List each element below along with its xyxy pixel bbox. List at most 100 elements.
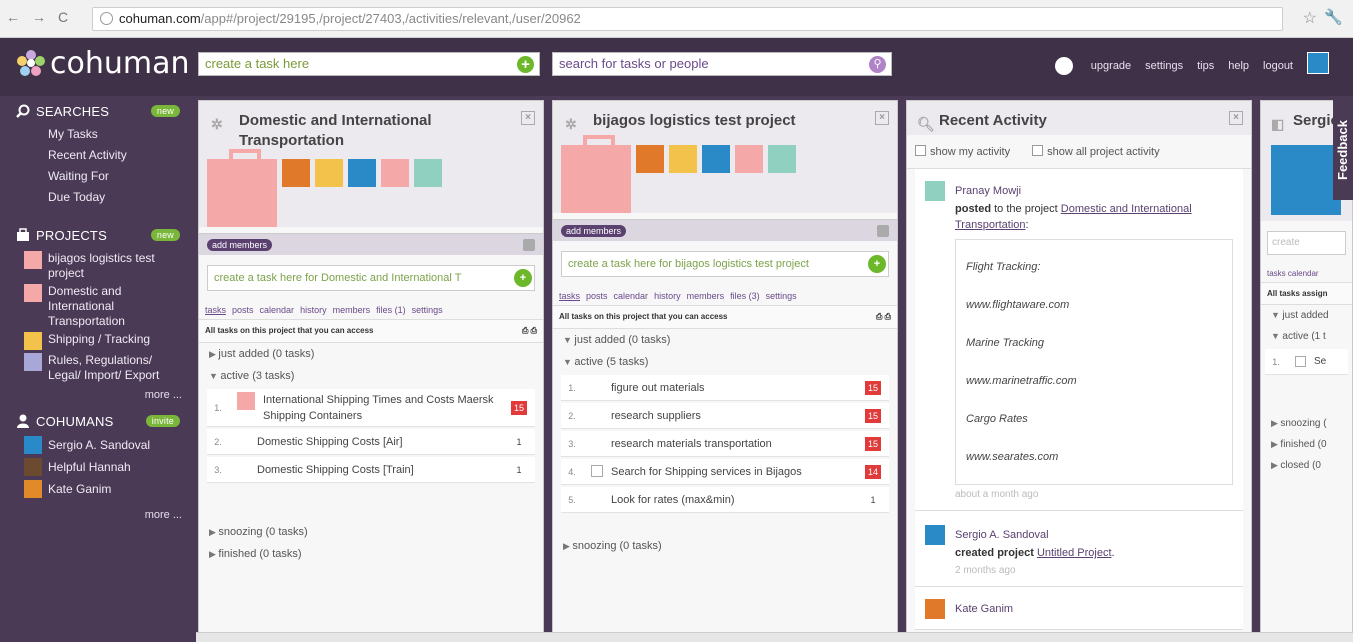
- new-search-badge[interactable]: new: [150, 105, 180, 117]
- tab-tasks[interactable]: tasks: [559, 291, 580, 301]
- avatar[interactable]: [768, 145, 796, 173]
- export-print-icons[interactable]: ⎙ ⎙: [522, 326, 537, 336]
- gear-icon[interactable]: ✲: [211, 114, 227, 132]
- tab-files[interactable]: files (1): [376, 305, 406, 315]
- tab-calendar[interactable]: calendar: [614, 291, 649, 301]
- tab-members[interactable]: members: [687, 291, 725, 301]
- address-bar[interactable]: cohuman.com/app#/project/29195,/project/…: [92, 7, 1283, 31]
- avatar[interactable]: [381, 159, 409, 187]
- tab-history[interactable]: history: [654, 291, 681, 301]
- gear-icon[interactable]: ✲: [565, 114, 581, 132]
- avatar[interactable]: [348, 159, 376, 187]
- horizontal-scrollbar[interactable]: [196, 632, 1353, 642]
- bookmark-star-icon[interactable]: ☆: [1303, 8, 1317, 28]
- back-icon[interactable]: ←: [6, 9, 20, 25]
- table-row[interactable]: 4. Search for Shipping services in Bijago…: [561, 459, 889, 485]
- table-row[interactable]: 2. research suppliers 15: [561, 403, 889, 429]
- checkbox-icon[interactable]: [1295, 356, 1306, 367]
- chevron-down-icon[interactable]: [877, 225, 889, 237]
- tab-files[interactable]: files (3): [730, 291, 760, 301]
- avatar[interactable]: [414, 159, 442, 187]
- wrench-icon[interactable]: 🔧: [1324, 8, 1343, 26]
- sidebar-project-bijagos[interactable]: bijagos logistics test project: [0, 251, 190, 281]
- tab-settings[interactable]: settings: [412, 305, 443, 315]
- activity-author[interactable]: Kate Ganim: [925, 599, 1233, 619]
- project-create-task-input[interactable]: create a task here for Domestic and Inte…: [207, 265, 535, 291]
- tab-calendar[interactable]: calendar: [260, 305, 295, 315]
- sidebar-item-my-tasks[interactable]: My Tasks: [0, 124, 190, 145]
- add-task-icon[interactable]: +: [868, 255, 886, 273]
- show-my-activity-checkbox[interactable]: show my activity: [915, 145, 1010, 158]
- create-task-input[interactable]: create a task here +: [198, 52, 540, 76]
- add-members-button[interactable]: add members: [561, 225, 627, 237]
- table-row[interactable]: 1. Se: [1265, 349, 1348, 375]
- invite-badge[interactable]: invite: [145, 415, 180, 427]
- help-link[interactable]: help: [1228, 60, 1249, 72]
- avatar[interactable]: [282, 159, 310, 187]
- clock-icon[interactable]: [1054, 57, 1073, 75]
- activity-author[interactable]: Pranay Mowji: [925, 181, 1233, 201]
- sidebar-project-domestic[interactable]: Domestic and International Transportatio…: [0, 284, 190, 329]
- user-avatar[interactable]: [1307, 52, 1329, 74]
- feedback-tab[interactable]: Feedback: [1333, 100, 1353, 200]
- new-project-badge[interactable]: new: [150, 229, 180, 241]
- add-task-icon[interactable]: +: [517, 56, 534, 73]
- table-row[interactable]: 1. figure out materials 15: [561, 375, 889, 401]
- upgrade-link[interactable]: upgrade: [1091, 60, 1131, 72]
- tab-members[interactable]: members: [333, 305, 371, 315]
- sidebar-user-hannah[interactable]: Helpful Hannah: [0, 456, 190, 478]
- tab-settings[interactable]: settings: [766, 291, 797, 301]
- group-just-added[interactable]: just added (0 tasks): [553, 329, 897, 351]
- table-row[interactable]: 5. Look for rates (max&min) 1: [561, 487, 889, 513]
- forward-icon[interactable]: →: [32, 9, 46, 25]
- add-members-button[interactable]: add members: [207, 239, 273, 251]
- tab-posts[interactable]: posts: [586, 291, 608, 301]
- activity-author[interactable]: Sergio A. Sandoval: [925, 525, 1233, 545]
- tab-history[interactable]: history: [300, 305, 327, 315]
- app-logo[interactable]: cohuman: [16, 46, 190, 81]
- sidebar-user-kate[interactable]: Kate Ganim: [0, 478, 190, 500]
- logout-link[interactable]: logout: [1263, 60, 1293, 72]
- group-snoozing[interactable]: snoozing (: [1261, 413, 1352, 434]
- search-icon[interactable]: ⚲: [869, 56, 886, 73]
- show-all-activity-checkbox[interactable]: show all project activity: [1032, 145, 1160, 158]
- project-link[interactable]: Untitled Project: [1037, 547, 1112, 559]
- table-row[interactable]: 3. research materials transportation 15: [561, 431, 889, 457]
- sidebar-item-waiting-for[interactable]: Waiting For: [0, 166, 190, 187]
- group-just-added[interactable]: just added: [1261, 305, 1352, 326]
- avatar[interactable]: [702, 145, 730, 173]
- avatar[interactable]: [636, 145, 664, 173]
- sidebar-project-rules[interactable]: Rules, Regulations/ Legal/ Import/ Expor…: [0, 353, 190, 383]
- reload-icon[interactable]: C: [58, 9, 68, 25]
- tab-posts[interactable]: posts: [232, 305, 254, 315]
- group-active[interactable]: active (5 tasks): [553, 351, 897, 373]
- avatar[interactable]: [315, 159, 343, 187]
- chevron-down-icon[interactable]: [523, 239, 535, 251]
- projects-more-link[interactable]: more ...: [0, 386, 190, 404]
- add-task-icon[interactable]: +: [514, 269, 532, 287]
- sidebar-item-recent-activity[interactable]: Recent Activity: [0, 145, 190, 166]
- close-icon[interactable]: ×: [1229, 111, 1243, 125]
- projects-header[interactable]: PROJECTS new: [0, 222, 190, 248]
- sidebar-project-shipping[interactable]: Shipping / Tracking: [0, 332, 190, 350]
- group-finished[interactable]: finished (0: [1261, 434, 1352, 455]
- tips-link[interactable]: tips: [1197, 60, 1214, 72]
- group-active[interactable]: active (3 tasks): [199, 365, 543, 387]
- avatar[interactable]: [669, 145, 697, 173]
- user-tabs[interactable]: tasks calendar: [1261, 265, 1352, 282]
- cohumans-more-link[interactable]: more ...: [0, 506, 190, 524]
- project-create-task-input[interactable]: create a task here for bijagos logistics…: [561, 251, 889, 277]
- table-row[interactable]: 2. Domestic Shipping Costs [Air] 1: [207, 429, 535, 455]
- avatar[interactable]: [735, 145, 763, 173]
- search-input[interactable]: search for tasks or people ⚲: [552, 52, 892, 76]
- close-icon[interactable]: ×: [521, 111, 535, 125]
- group-just-added[interactable]: just added (0 tasks): [199, 343, 543, 365]
- close-icon[interactable]: ×: [875, 111, 889, 125]
- group-closed[interactable]: closed (0: [1261, 455, 1352, 476]
- group-snoozing[interactable]: snoozing (0 tasks): [199, 521, 543, 543]
- group-finished[interactable]: finished (0 tasks): [199, 543, 543, 565]
- group-snoozing[interactable]: snoozing (0 tasks): [553, 535, 897, 557]
- sidebar-item-due-today[interactable]: Due Today: [0, 187, 190, 208]
- sidebar-user-sergio[interactable]: Sergio A. Sandoval: [0, 434, 190, 456]
- user-create-task-input[interactable]: create: [1267, 231, 1346, 255]
